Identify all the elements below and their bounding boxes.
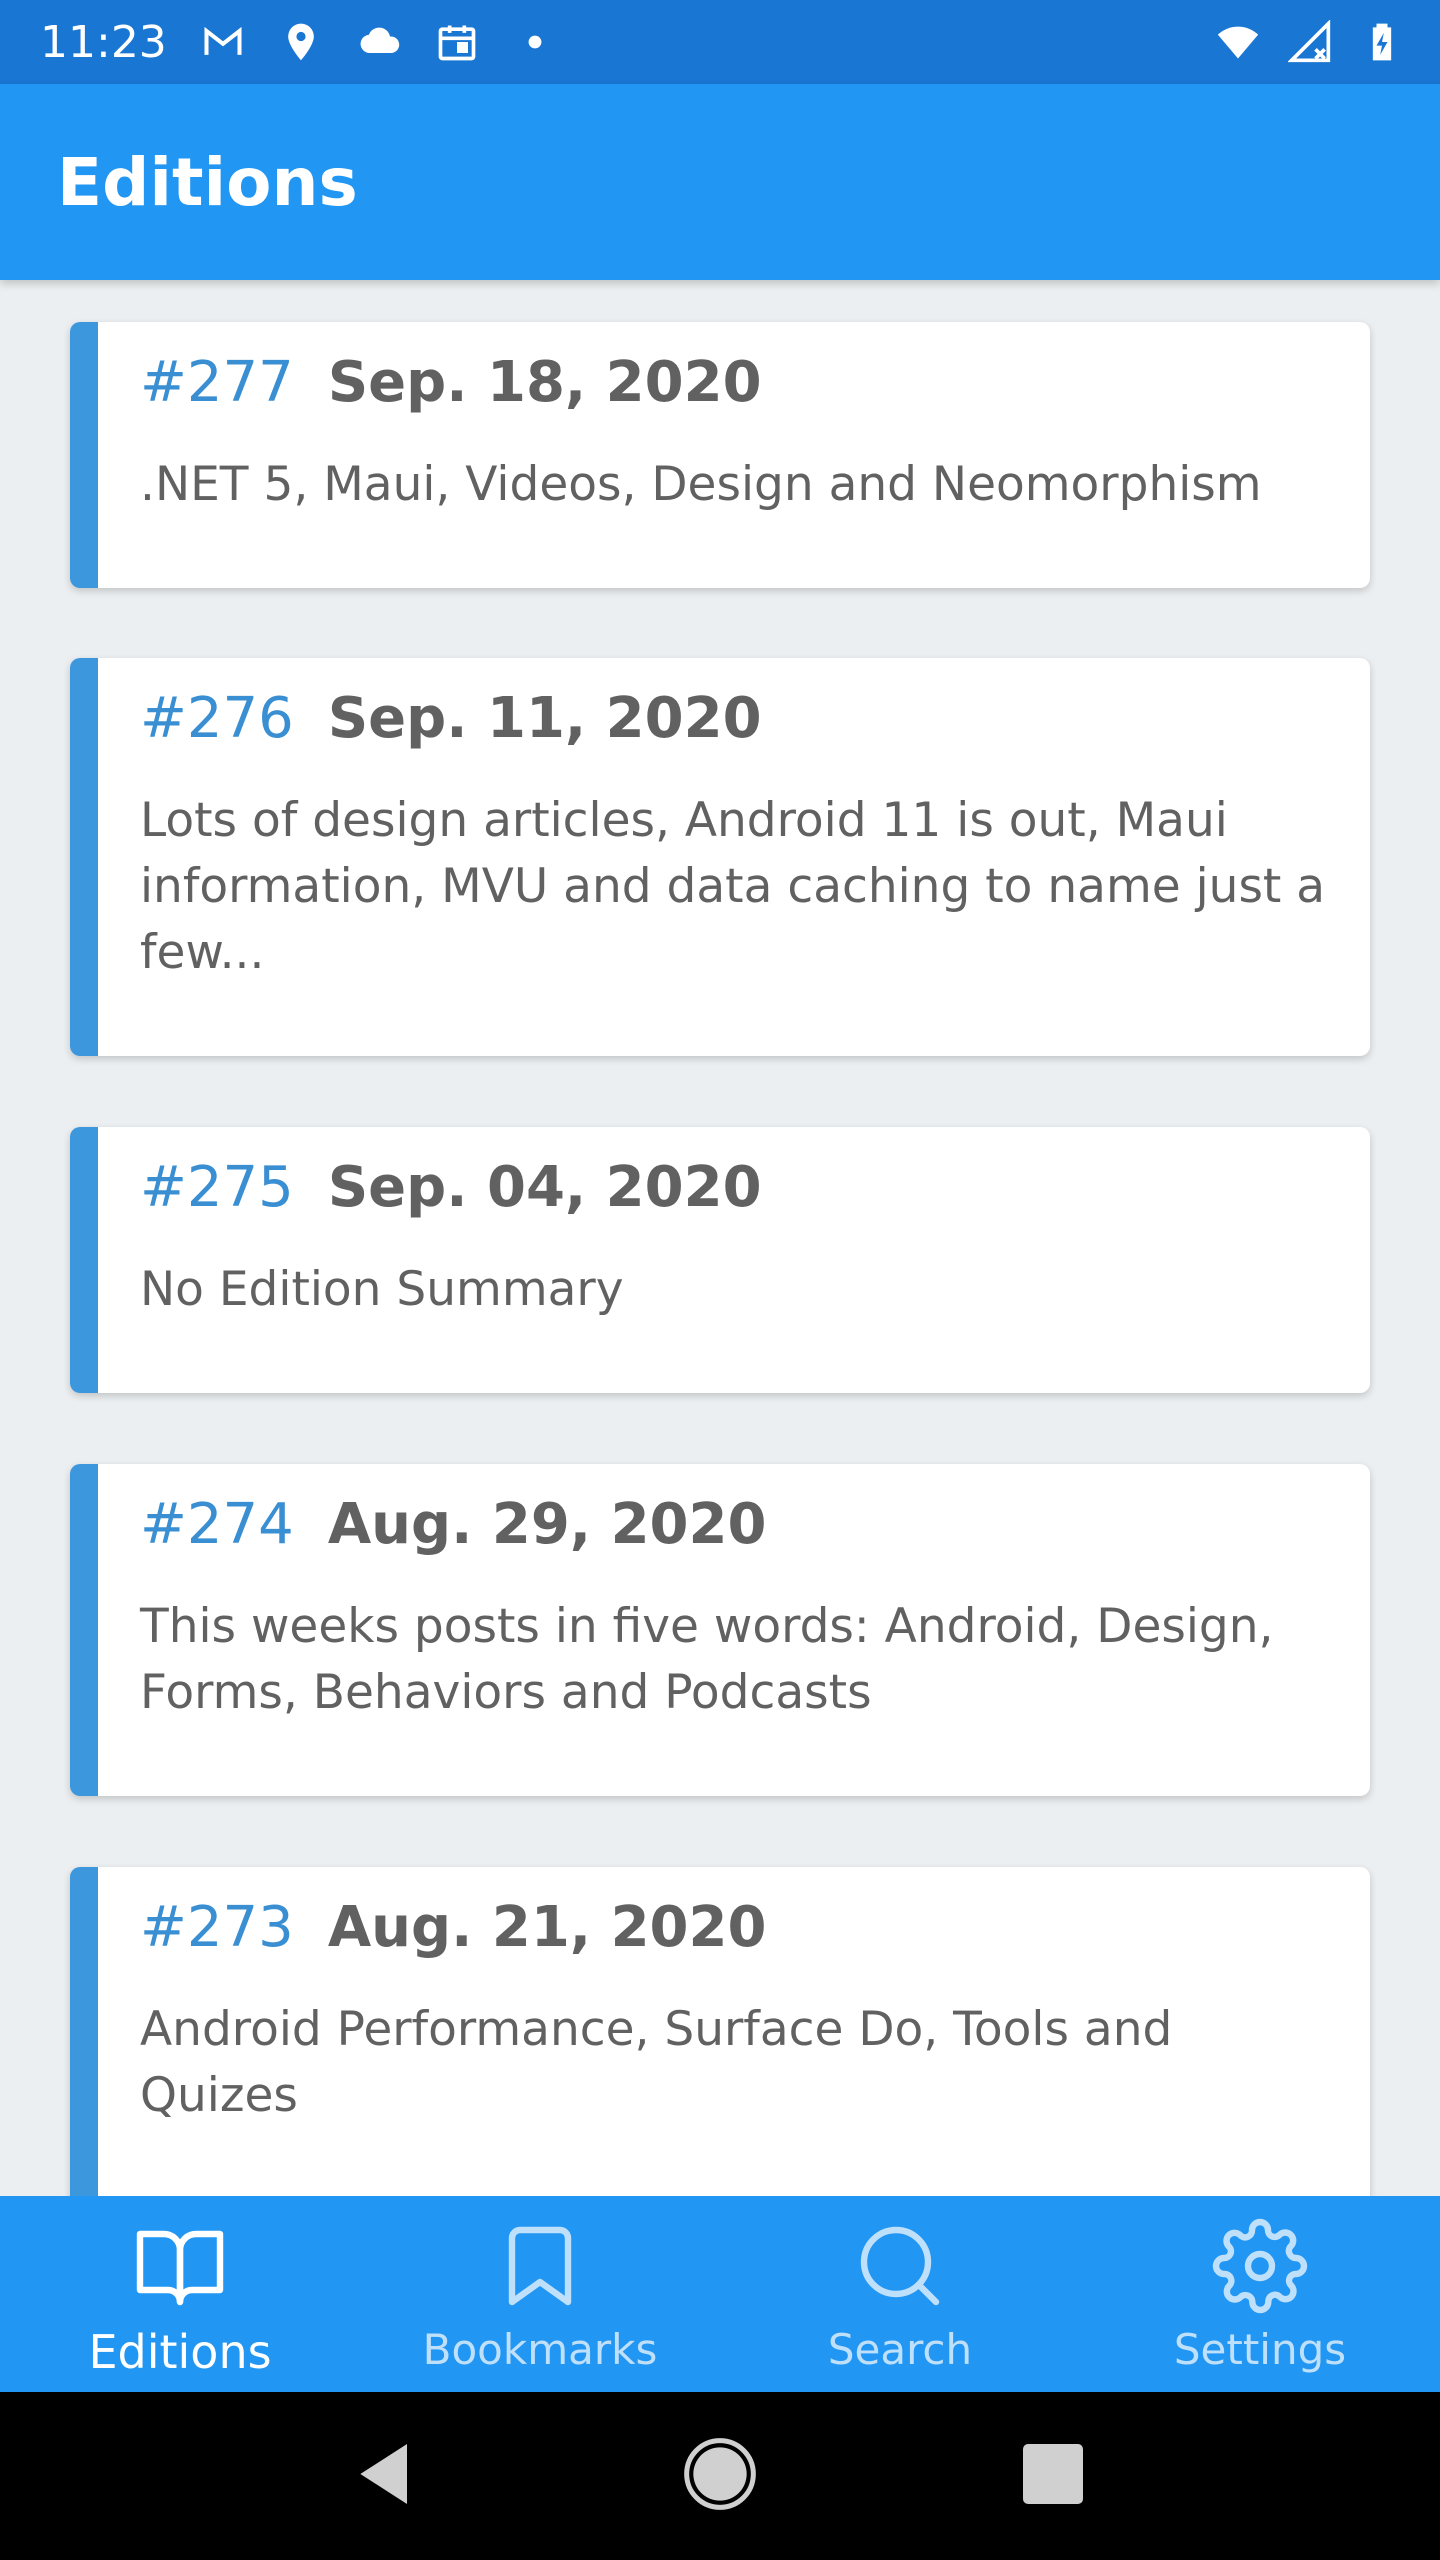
book-icon <box>132 2218 228 2319</box>
edition-card-275[interactable]: #275 Sep. 04, 2020 No Edition Summary <box>70 1127 1370 1393</box>
tab-bookmarks[interactable]: Bookmarks <box>360 2196 720 2392</box>
gmail-icon <box>201 20 245 64</box>
edition-date: Sep. 11, 2020 <box>327 686 762 751</box>
card-accent <box>70 658 98 1056</box>
status-time: 11:23 <box>40 16 167 68</box>
tab-label: Bookmarks <box>422 2325 658 2374</box>
cloud-icon <box>357 20 401 64</box>
system-nav-bar <box>0 2392 1440 2560</box>
card-accent <box>70 1127 98 1393</box>
wifi-icon <box>1216 20 1260 64</box>
edition-number: #274 <box>140 1492 294 1557</box>
calendar-icon <box>435 20 479 64</box>
edition-summary: .NET 5, Maui, Videos, Design and Neomorp… <box>140 457 1262 512</box>
tab-settings[interactable]: Settings <box>1080 2196 1440 2392</box>
dot-icon <box>513 20 557 64</box>
tab-editions[interactable]: Editions <box>0 2196 360 2392</box>
edition-number: #273 <box>140 1895 294 1960</box>
tab-label: Editions <box>88 2325 272 2379</box>
gear-icon <box>1212 2218 1308 2319</box>
edition-summary: Android Performance, Surface Do, Tools a… <box>140 2002 1173 2123</box>
edition-date: Sep. 04, 2020 <box>327 1155 762 1220</box>
edition-date: Aug. 29, 2020 <box>327 1492 767 1557</box>
tab-search[interactable]: Search <box>720 2196 1080 2392</box>
tab-label: Search <box>827 2325 973 2374</box>
edition-card-276[interactable]: #276 Sep. 11, 2020 Lots of design articl… <box>70 658 1370 1056</box>
battery-icon <box>1360 20 1404 64</box>
edition-summary: No Edition Summary <box>140 1262 624 1317</box>
card-accent <box>70 1464 98 1796</box>
card-accent <box>70 1867 98 2196</box>
card-accent <box>70 322 98 588</box>
edition-card-274[interactable]: #274 Aug. 29, 2020 This weeks posts in f… <box>70 1464 1370 1796</box>
tab-label: Settings <box>1173 2325 1347 2374</box>
page-title: Editions <box>57 143 358 221</box>
edition-number: #276 <box>140 686 294 751</box>
status-bar: 11:23 <box>0 0 1440 84</box>
signal-icon <box>1288 20 1332 64</box>
bookmark-icon <box>492 2218 588 2319</box>
edition-summary: This weeks posts in five words: Android,… <box>140 1599 1274 1720</box>
edition-summary: Lots of design articles, Android 11 is o… <box>140 793 1326 980</box>
editions-list[interactable]: #277 Sep. 18, 2020 .NET 5, Maui, Videos,… <box>0 280 1440 2196</box>
home-icon[interactable] <box>680 2434 760 2519</box>
app-bar: Editions <box>0 84 1440 280</box>
back-icon[interactable] <box>347 2434 427 2519</box>
edition-number: #275 <box>140 1155 294 1220</box>
recents-icon[interactable] <box>1013 2434 1093 2519</box>
location-icon <box>279 20 323 64</box>
search-icon <box>852 2218 948 2319</box>
edition-number: #277 <box>140 350 294 415</box>
edition-card-273[interactable]: #273 Aug. 21, 2020 Android Performance, … <box>70 1867 1370 2196</box>
edition-card-277[interactable]: #277 Sep. 18, 2020 .NET 5, Maui, Videos,… <box>70 322 1370 588</box>
bottom-nav: Editions Bookmarks Search Settings <box>0 2196 1440 2392</box>
edition-date: Sep. 18, 2020 <box>327 350 762 415</box>
edition-date: Aug. 21, 2020 <box>327 1895 767 1960</box>
